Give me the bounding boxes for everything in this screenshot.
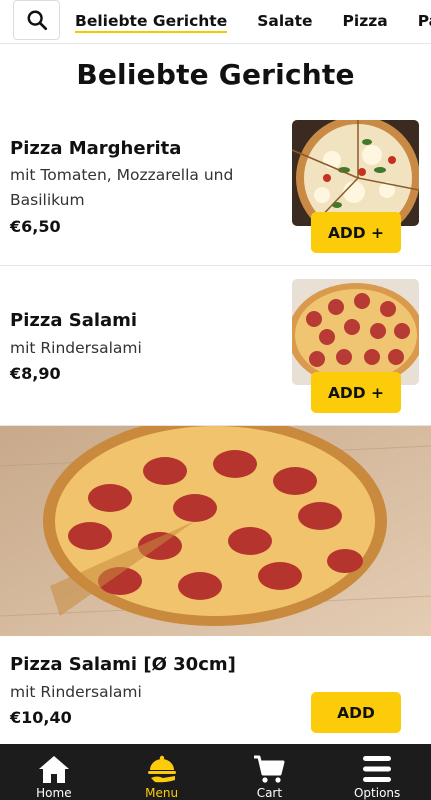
tab-beliebte-gerichte[interactable]: Beliebte Gerichte [75, 12, 228, 33]
nav-cart[interactable]: Cart [216, 744, 324, 800]
menu-item[interactable]: Pizza Margherita mit Tomaten, Mozzarella… [0, 108, 431, 266]
options-icon [363, 756, 392, 782]
nav-label: Options [353, 786, 401, 800]
item-description: mit Tomaten, Mozzarella und Basilikum [10, 166, 234, 209]
tab-salate[interactable]: Salate [257, 12, 312, 32]
item-name: Pizza Salami [10, 310, 138, 331]
tab-pasta[interactable]: Pasta [418, 12, 431, 32]
search-icon [27, 10, 47, 31]
nav-label: Cart [256, 786, 283, 800]
search-button[interactable] [13, 0, 60, 40]
item-name: Pizza Salami [Ø 30cm] [10, 654, 236, 675]
item-price: €10,40 [10, 708, 72, 727]
menu-cloche-icon [147, 755, 176, 783]
bottom-navigation: Home Menu Cart Options [0, 744, 431, 800]
category-bar: Beliebte Gerichte Salate Pizza Pasta [0, 0, 431, 44]
page-title: Beliebte Gerichte [76, 58, 355, 91]
item-price: €8,90 [10, 364, 61, 383]
add-button[interactable]: ADD [311, 692, 401, 733]
menu-item[interactable]: Pizza Salami [Ø 30cm] mit Rindersalami €… [0, 636, 431, 744]
item-name: Pizza Margherita [10, 138, 182, 159]
nav-options[interactable]: Options [323, 744, 431, 800]
nav-label: Menu [145, 786, 179, 800]
cart-icon [254, 755, 285, 783]
add-button[interactable]: ADD + [311, 372, 401, 413]
item-description: mit Rindersalami [10, 683, 142, 701]
pizza-margherita-image [292, 120, 419, 226]
home-icon [38, 756, 69, 783]
menu-item[interactable]: Pizza Salami mit Rindersalami €8,90 ADD … [0, 266, 431, 426]
nav-home[interactable]: Home [0, 744, 108, 800]
item-description: mit Rindersalami [10, 339, 142, 357]
pizza-salami-hero-image [0, 426, 431, 636]
pizza-salami-image [292, 279, 419, 385]
category-tabs: Beliebte Gerichte Salate Pizza Pasta [75, 0, 431, 43]
nav-menu[interactable]: Menu [108, 744, 216, 800]
add-button[interactable]: ADD + [311, 212, 401, 253]
tab-pizza[interactable]: Pizza [343, 12, 388, 32]
item-price: €6,50 [10, 217, 61, 236]
nav-label: Home [36, 786, 72, 800]
